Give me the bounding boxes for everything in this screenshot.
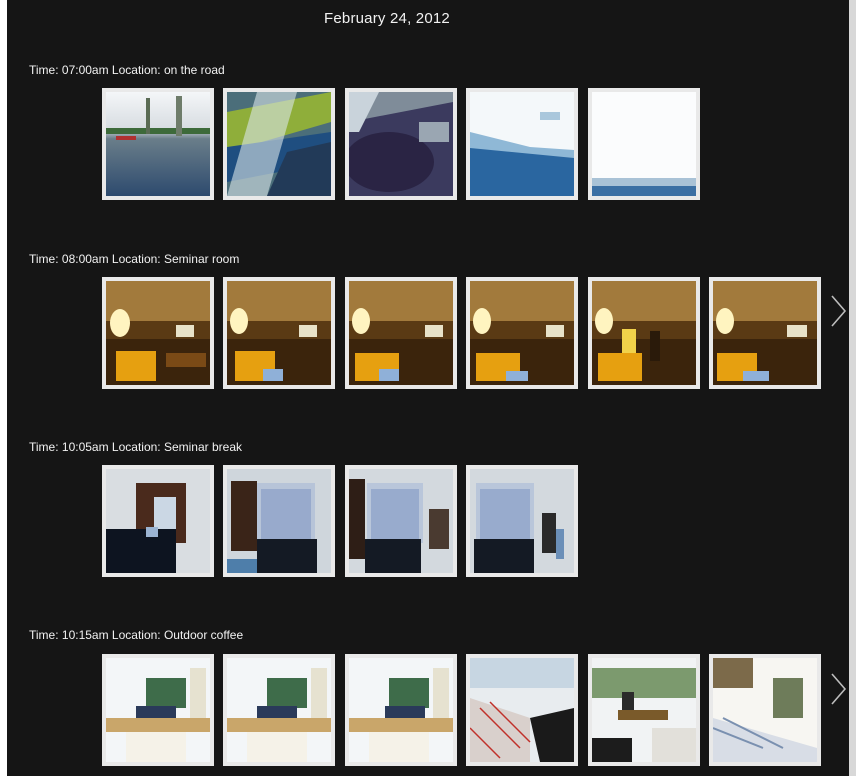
group-label: Time: 10:05am Location: Seminar break	[29, 440, 242, 454]
date-title: February 24, 2012	[324, 10, 450, 27]
photo-thumbnail[interactable]	[345, 465, 457, 577]
group-label: Time: 10:15am Location: Outdoor coffee	[29, 628, 244, 642]
next-photos-button[interactable]	[828, 672, 848, 706]
photo-thumbnail[interactable]	[102, 465, 214, 577]
photo-thumbnail[interactable]	[709, 654, 821, 766]
next-photos-button[interactable]	[828, 294, 848, 328]
photo-thumbnail[interactable]	[223, 654, 335, 766]
window-edge	[849, 0, 856, 776]
lifelog-viewer: February 24, 2012 Time: 07:00am Location…	[7, 0, 856, 776]
photo-thumbnail[interactable]	[466, 465, 578, 577]
photo-thumbnail[interactable]	[588, 88, 700, 200]
photo-thumbnail[interactable]	[345, 654, 457, 766]
photo-strip-on-the-road	[102, 88, 822, 200]
photo-strip-outdoor-coffee	[102, 654, 822, 766]
chevron-right-icon	[831, 673, 847, 705]
photo-thumbnail[interactable]	[709, 277, 821, 389]
photo-thumbnail[interactable]	[223, 465, 335, 577]
photo-thumbnail[interactable]	[466, 654, 578, 766]
photo-thumbnail[interactable]	[466, 88, 578, 200]
photo-thumbnail[interactable]	[102, 654, 214, 766]
photo-thumbnail[interactable]	[223, 277, 335, 389]
photo-thumbnail[interactable]	[345, 88, 457, 200]
photo-thumbnail[interactable]	[588, 654, 700, 766]
photo-thumbnail[interactable]	[102, 88, 214, 200]
photo-thumbnail[interactable]	[223, 88, 335, 200]
photo-thumbnail[interactable]	[102, 277, 214, 389]
photo-strip-seminar-break	[102, 465, 822, 577]
photo-thumbnail[interactable]	[345, 277, 457, 389]
group-label: Time: 07:00am Location: on the road	[29, 63, 225, 77]
group-label: Time: 08:00am Location: Seminar room	[29, 252, 240, 266]
chevron-right-icon	[831, 295, 847, 327]
photo-strip-seminar-room	[102, 277, 822, 389]
photo-thumbnail[interactable]	[466, 277, 578, 389]
photo-thumbnail[interactable]	[588, 277, 700, 389]
